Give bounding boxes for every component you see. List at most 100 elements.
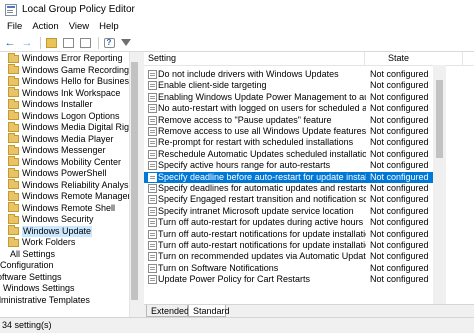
policy-setting-name: Specify deadline before auto-restart for… <box>158 171 366 182</box>
policy-setting-icon <box>148 172 157 182</box>
tree-item[interactable]: Windows Hello for Business <box>0 75 134 87</box>
menu-file[interactable]: File <box>0 21 27 32</box>
filter-icon[interactable] <box>119 36 133 50</box>
list-scrollbar-thumb[interactable] <box>436 80 443 158</box>
policy-setting-name: Enabling Windows Update Power Management… <box>158 91 366 102</box>
tree-item[interactable]: Windows Error Reporting <box>0 52 123 64</box>
tree-item-label: dministrative Templates <box>0 294 90 305</box>
menu-help[interactable]: Help <box>94 21 124 32</box>
back-icon[interactable]: ← <box>3 36 17 50</box>
tree-item[interactable]: Windows Logon Options <box>0 110 120 122</box>
policy-row[interactable]: Reschedule Automatic Updates scheduled i… <box>144 149 433 160</box>
policy-setting-icon <box>148 229 157 239</box>
policy-row[interactable]: Turn off auto-restart notifications for … <box>144 229 433 240</box>
tree-item[interactable]: All Settings <box>0 249 55 260</box>
policy-row[interactable]: Enable client-side targeting Not configur… <box>144 80 433 91</box>
menu-action[interactable]: Action <box>27 21 63 32</box>
tree-item[interactable]: Windows Security <box>0 213 94 225</box>
policy-row[interactable]: Turn off auto-restart for updates during… <box>144 217 433 228</box>
tree-item-label: Windows Update <box>22 225 93 237</box>
policy-setting-name: Remove access to "Pause updates" feature <box>158 114 332 125</box>
policy-row[interactable]: Specify active hours range for auto-rest… <box>144 160 433 171</box>
tree-item[interactable]: Windows Reliability Analysis <box>0 179 135 191</box>
policy-setting-name: Specify deadlines for automatic updates … <box>158 183 366 193</box>
tab-extended[interactable]: Extended <box>146 305 189 317</box>
policy-row[interactable]: Specify Engaged restart transition and n… <box>144 194 433 205</box>
policy-setting-icon <box>148 241 157 250</box>
policy-row[interactable]: Remove access to use all Windows Update … <box>144 126 433 137</box>
tree-item-label: Windows Security <box>22 214 94 224</box>
tree-item-label: Windows Settings <box>3 283 75 293</box>
policy-setting-state: Not configured <box>370 160 429 171</box>
tree-item[interactable]: Windows Ink Workspace <box>0 87 120 99</box>
toolbar-separator <box>98 36 99 49</box>
tree-item[interactable]: Windows Remote Shell <box>0 202 115 214</box>
policy-row[interactable]: Remove access to "Pause updates" feature… <box>144 115 433 126</box>
title-bar: Local Group Policy Editor <box>0 0 474 19</box>
policy-row[interactable]: Turn on Software Notifications Not config… <box>144 263 433 274</box>
policy-setting-icon <box>148 206 157 216</box>
tree-item[interactable]: Configuration <box>0 260 54 271</box>
tab-standard[interactable]: Standard <box>188 305 230 317</box>
column-header-setting[interactable]: Setting <box>148 52 176 65</box>
folder-icon <box>8 202 19 212</box>
tree-scrollbar-thumb[interactable] <box>131 62 138 300</box>
policy-setting-state: Not configured <box>370 262 429 273</box>
policy-row[interactable]: Turn on recommended updates via Automati… <box>144 251 433 262</box>
tree-item[interactable]: Work Folders <box>0 236 75 248</box>
folder-icon <box>8 75 19 86</box>
policy-setting-name: No auto-restart with logged on users for… <box>158 103 366 114</box>
policy-row[interactable]: Enabling Windows Update Power Management… <box>144 92 433 103</box>
folder-icon <box>8 213 19 224</box>
column-divider[interactable] <box>364 52 365 65</box>
tree-item[interactable]: Windows Media Digital Rights M <box>0 121 140 133</box>
folder-icon <box>8 179 19 189</box>
policy-row[interactable]: Specify deadline before auto-restart for… <box>144 171 433 183</box>
tree-item[interactable]: Windows Installer <box>0 98 93 110</box>
help-icon[interactable]: ? <box>102 36 116 50</box>
folder-icon <box>8 225 19 235</box>
policy-setting-state: Not configured <box>370 80 429 91</box>
policy-row[interactable]: Re-prompt for restart with scheduled ins… <box>144 137 433 148</box>
folder-icon <box>8 121 19 132</box>
menu-view[interactable]: View <box>64 21 94 32</box>
policy-setting-state: Not configured <box>370 274 429 285</box>
settings-list: Setting State Do not include drivers wit… <box>144 52 474 304</box>
properties-icon[interactable] <box>78 36 92 50</box>
tree-item-label: Windows Media Digital Rights M <box>22 122 140 132</box>
policy-setting-icon <box>148 92 157 102</box>
policy-row[interactable]: No auto-restart with logged on users for… <box>144 103 433 114</box>
tree-item[interactable]: oftware Settings <box>0 272 62 283</box>
tree-item[interactable]: Windows Update <box>0 225 93 237</box>
status-bar: 34 setting(s) <box>0 317 474 333</box>
folder-icon <box>8 87 19 97</box>
policy-setting-state: Not configured <box>370 183 429 193</box>
policy-setting-icon <box>148 252 157 262</box>
policy-setting-name: Update Power Policy for Cart Restarts <box>158 274 311 285</box>
tree-item[interactable]: Windows PowerShell <box>0 167 107 179</box>
folder-icon <box>8 144 19 155</box>
tree-item[interactable]: Windows Game Recording and B <box>0 64 140 76</box>
tree-item[interactable]: Windows Media Player <box>0 133 114 145</box>
policy-row[interactable]: Specify intranet Microsoft update servic… <box>144 206 433 217</box>
tree-item[interactable]: Windows Settings <box>0 283 75 294</box>
show-hide-tree-icon[interactable] <box>61 36 75 50</box>
column-divider[interactable] <box>462 52 463 65</box>
tree-item-label: Configuration <box>0 260 54 270</box>
policy-row[interactable]: Do not include drivers with Windows Upda… <box>144 69 433 80</box>
policy-row[interactable]: Specify deadlines for automatic updates … <box>144 183 433 194</box>
policy-setting-name: Specify Engaged restart transition and n… <box>158 194 366 205</box>
policy-setting-name: Turn off auto-restart notifications for … <box>158 228 366 239</box>
column-header-state[interactable]: State <box>388 52 409 65</box>
tree-item[interactable]: Windows Mobility Center <box>0 156 121 168</box>
view-tabs: Extended Standard <box>144 304 474 317</box>
folder-up-icon[interactable] <box>44 36 58 50</box>
policy-setting-state: Not configured <box>370 148 429 159</box>
policy-row[interactable]: Update Power Policy for Cart Restarts Not… <box>144 274 433 285</box>
policy-row[interactable]: Turn off auto-restart notifications for … <box>144 240 433 251</box>
tree-item[interactable]: Windows Remote Management <box>0 190 140 202</box>
forward-icon[interactable]: → <box>20 36 34 50</box>
tree-item[interactable]: Windows Messenger <box>0 144 106 156</box>
tree-item[interactable]: dministrative Templates <box>0 295 90 306</box>
policy-setting-name: Turn off auto-restart notifications for … <box>158 240 366 250</box>
